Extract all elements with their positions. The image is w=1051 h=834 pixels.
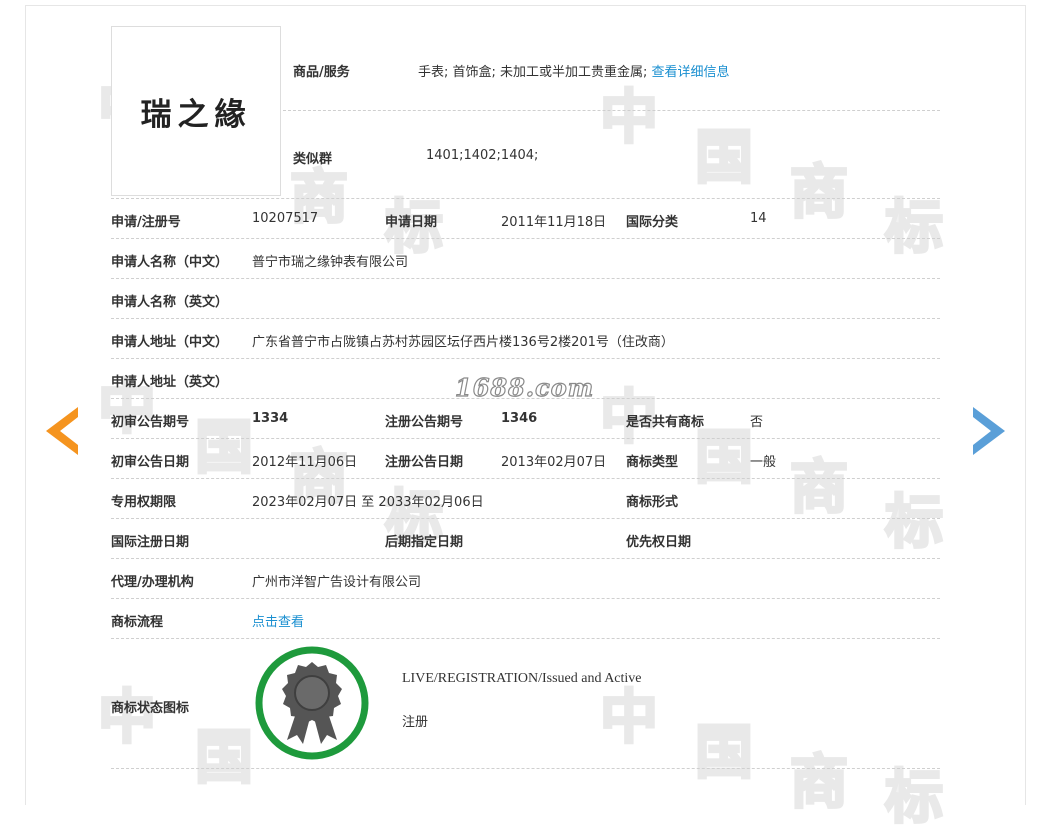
- watermark-char: 国: [693, 717, 754, 788]
- shared-label: 是否共有商标: [626, 415, 705, 430]
- divider: [111, 518, 940, 519]
- prelim-date-value: 2012年11月06日: [252, 455, 358, 470]
- trademark-logo-image: 瑞之緣: [111, 26, 281, 196]
- reg-pub-date-label: 注册公告日期: [385, 455, 464, 470]
- reg-no-label: 申请/注册号: [111, 215, 181, 230]
- status-en-text: LIVE/REGISTRATION/Issued and Active: [402, 671, 642, 686]
- applicant-name-cn-label: 申请人名称（中文）: [111, 255, 229, 270]
- applicant-addr-en-label: 申请人地址（英文）: [111, 375, 229, 390]
- reg-pub-date-value: 2013年02月07日: [501, 455, 607, 470]
- watermark-char: 标: [883, 192, 944, 263]
- reg-no-value: 10207517: [252, 211, 319, 226]
- similar-group-label: 类似群: [293, 152, 333, 167]
- shared-value: 否: [750, 415, 764, 430]
- watermark-char: 国: [193, 722, 254, 793]
- intl-class-value: 14: [750, 211, 767, 226]
- watermark-char: 国: [193, 412, 254, 483]
- divider: [111, 478, 940, 479]
- status-cn-text: 注册: [402, 715, 429, 730]
- watermark-char: 国: [693, 122, 754, 193]
- intl-reg-date-label: 国际注册日期: [111, 535, 190, 550]
- applicant-name-cn-value: 普宁市瑞之缘钟表有限公司: [252, 255, 409, 270]
- view-process-link[interactable]: 点击查看: [252, 615, 304, 630]
- watermark-char: 标: [883, 487, 944, 558]
- process-label: 商标流程: [111, 615, 164, 630]
- watermark-char: 商: [788, 747, 849, 818]
- goods-services-value: 手表; 首饰盒; 未加工或半加工贵重金属; 查看详细信息: [418, 61, 730, 80]
- next-arrow-icon[interactable]: [973, 407, 1005, 459]
- watermark-char: 中: [598, 82, 659, 153]
- tm-type-label: 商标类型: [626, 455, 679, 470]
- previous-arrow-icon[interactable]: [46, 407, 78, 459]
- divider: [111, 598, 940, 599]
- priority-date-label: 优先权日期: [626, 535, 692, 550]
- status-icon-label: 商标状态图标: [111, 701, 190, 716]
- divider: [111, 768, 940, 769]
- apply-date-label: 申请日期: [385, 215, 438, 230]
- prelim-no-value: 1334: [252, 411, 289, 426]
- watermark-char: 标: [883, 762, 944, 833]
- intl-class-label: 国际分类: [626, 215, 679, 230]
- view-details-link[interactable]: 查看详细信息: [652, 65, 730, 80]
- tm-form-label: 商标形式: [626, 495, 679, 510]
- divider: [111, 318, 940, 319]
- watermark-char: 商: [788, 452, 849, 523]
- divider: [283, 110, 940, 111]
- goods-services-label: 商品/服务: [293, 65, 350, 80]
- applicant-name-en-label: 申请人名称（英文）: [111, 295, 229, 310]
- similar-group-value: 1401;1402;1404;: [426, 148, 539, 163]
- watermark-char: 商: [788, 157, 849, 228]
- goods-services-text: 手表; 首饰盒; 未加工或半加工贵重金属;: [418, 65, 648, 80]
- prelim-date-label: 初审公告日期: [111, 455, 190, 470]
- divider: [111, 238, 940, 239]
- divider: [111, 198, 940, 199]
- process-value: 点击查看: [252, 611, 304, 630]
- tm-type-value: 一般: [750, 455, 777, 470]
- reg-pub-no-value: 1346: [501, 411, 538, 426]
- applicant-addr-cn-value: 广东省普宁市占陇镇占苏村苏园区坛仔西片楼136号2楼201号（住改商）: [252, 335, 674, 350]
- exclusive-period-label: 专用权期限: [111, 495, 177, 510]
- later-date-label: 后期指定日期: [385, 535, 464, 550]
- applicant-addr-cn-label: 申请人地址（中文）: [111, 335, 229, 350]
- agent-label: 代理/办理机构: [111, 575, 194, 590]
- divider: [111, 638, 940, 639]
- trademark-logo-text: 瑞之緣: [140, 96, 252, 133]
- divider: [111, 278, 940, 279]
- agent-value: 广州市洋智广告设计有限公司: [252, 575, 422, 590]
- divider: [111, 398, 940, 399]
- divider: [111, 358, 940, 359]
- exclusive-period-value: 2023年02月07日 至 2033年02月06日: [252, 495, 484, 510]
- prelim-no-label: 初审公告期号: [111, 415, 190, 430]
- registered-badge-icon: [253, 644, 371, 762]
- divider: [111, 438, 940, 439]
- reg-pub-no-label: 注册公告期号: [385, 415, 464, 430]
- apply-date-value: 2011年11月18日: [501, 215, 607, 230]
- divider: [111, 558, 940, 559]
